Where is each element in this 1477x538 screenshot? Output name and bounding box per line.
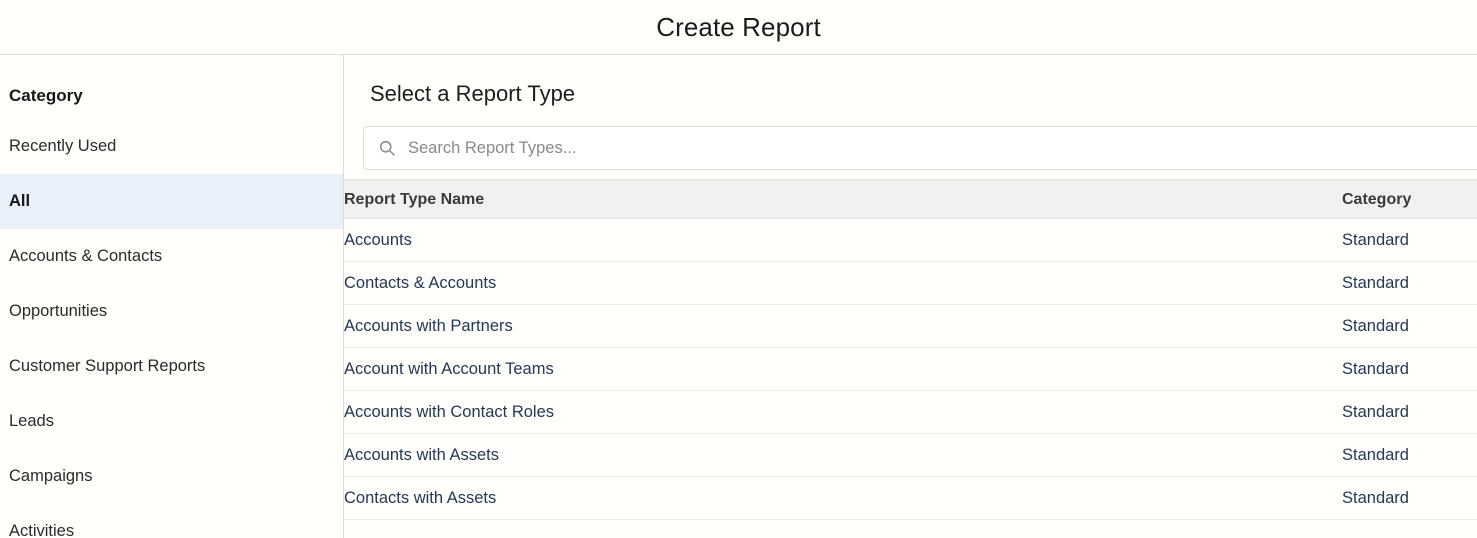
category-cell: Standard [1342, 218, 1477, 262]
report-type-name-cell: Accounts with Contact Roles [344, 390, 1342, 434]
category-value: Standard [1342, 230, 1409, 249]
sidebar-item-activities[interactable]: Activities [0, 504, 343, 538]
dialog-body: Category Recently Used All Accounts & Cont… [0, 55, 1477, 538]
table-row[interactable]: Contacts with Assets Standard [344, 476, 1477, 520]
report-type-link[interactable]: Contacts & Accounts [344, 274, 496, 292]
report-type-link[interactable]: Accounts with Partners [344, 317, 513, 335]
sidebar-item-opportunities[interactable]: Opportunities [0, 284, 343, 339]
report-type-link[interactable]: Accounts [344, 231, 412, 249]
report-type-name-cell: Accounts [344, 218, 1342, 262]
search-box[interactable] [363, 126, 1477, 170]
sidebar-item-leads[interactable]: Leads [0, 394, 343, 449]
report-type-link[interactable]: Accounts with Assets [344, 446, 499, 464]
report-type-link[interactable]: Account with Account Teams [344, 360, 554, 378]
category-value: Standard [1342, 316, 1409, 335]
report-type-panel: Select a Report Type Report Type Name C [344, 55, 1477, 538]
report-type-name-cell: Accounts with Partners [344, 304, 1342, 348]
sidebar-item-customer-support-reports[interactable]: Customer Support Reports [0, 339, 343, 394]
report-type-name-cell: Contacts with Assets [344, 476, 1342, 520]
report-type-name-cell: Accounts with Assets [344, 433, 1342, 477]
table-row[interactable]: Accounts Standard [344, 218, 1477, 262]
category-sidebar: Category Recently Used All Accounts & Cont… [0, 55, 344, 538]
report-type-table-scroll[interactable]: Report Type Name Category Accounts Standa… [344, 180, 1477, 538]
category-cell: Standard [1342, 347, 1477, 391]
sidebar-item-accounts-contacts[interactable]: Accounts & Contacts [0, 229, 343, 284]
category-value: Standard [1342, 445, 1409, 464]
search-input[interactable] [408, 127, 1477, 169]
category-cell: Standard [1342, 390, 1477, 434]
table-row[interactable]: Account with Account Teams Standard [344, 347, 1477, 391]
page-title: Create Report [656, 11, 821, 42]
report-type-link[interactable]: Accounts with Contact Roles [344, 403, 554, 421]
search-icon [379, 140, 395, 156]
report-type-name-cell: Contacts & Accounts [344, 261, 1342, 305]
table-row[interactable]: Accounts with Partners Standard [344, 304, 1477, 348]
table-row[interactable]: Contacts & Accounts Standard [344, 261, 1477, 305]
panel-title: Select a Report Type [370, 81, 576, 106]
search-row [344, 117, 1477, 180]
dialog-header: Create Report [0, 0, 1477, 55]
table-row[interactable]: Accounts with Assets Standard [344, 433, 1477, 477]
sidebar-item-campaigns[interactable]: Campaigns [0, 449, 343, 504]
sidebar-item-list: Recently Used All Accounts & Contacts Oppor… [0, 119, 343, 538]
sidebar-heading: Category [9, 86, 83, 105]
column-header-report-type-name[interactable]: Report Type Name [344, 180, 1342, 219]
sidebar-item-recently-used[interactable]: Recently Used [0, 119, 343, 174]
report-type-name-cell: Account with Account Teams [344, 347, 1342, 391]
report-type-table: Report Type Name Category Accounts Standa… [344, 180, 1477, 520]
table-head: Report Type Name Category [344, 180, 1477, 219]
table-body: Accounts Standard Contacts & Accounts Stand… [344, 218, 1477, 520]
category-cell: Standard [1342, 476, 1477, 520]
category-cell: Standard [1342, 261, 1477, 305]
category-cell: Standard [1342, 304, 1477, 348]
report-type-link[interactable]: Contacts with Assets [344, 489, 496, 507]
column-header-category[interactable]: Category [1342, 180, 1477, 219]
table-header-row: Report Type Name Category [344, 180, 1477, 219]
category-value: Standard [1342, 488, 1409, 507]
create-report-dialog: Create Report Category Recently Used All A… [0, 0, 1477, 538]
table-row[interactable]: Accounts with Contact Roles Standard [344, 390, 1477, 434]
category-cell: Standard [1342, 433, 1477, 477]
category-value: Standard [1342, 402, 1409, 421]
category-value: Standard [1342, 359, 1409, 378]
sidebar-item-all[interactable]: All [0, 174, 343, 229]
category-value: Standard [1342, 273, 1409, 292]
